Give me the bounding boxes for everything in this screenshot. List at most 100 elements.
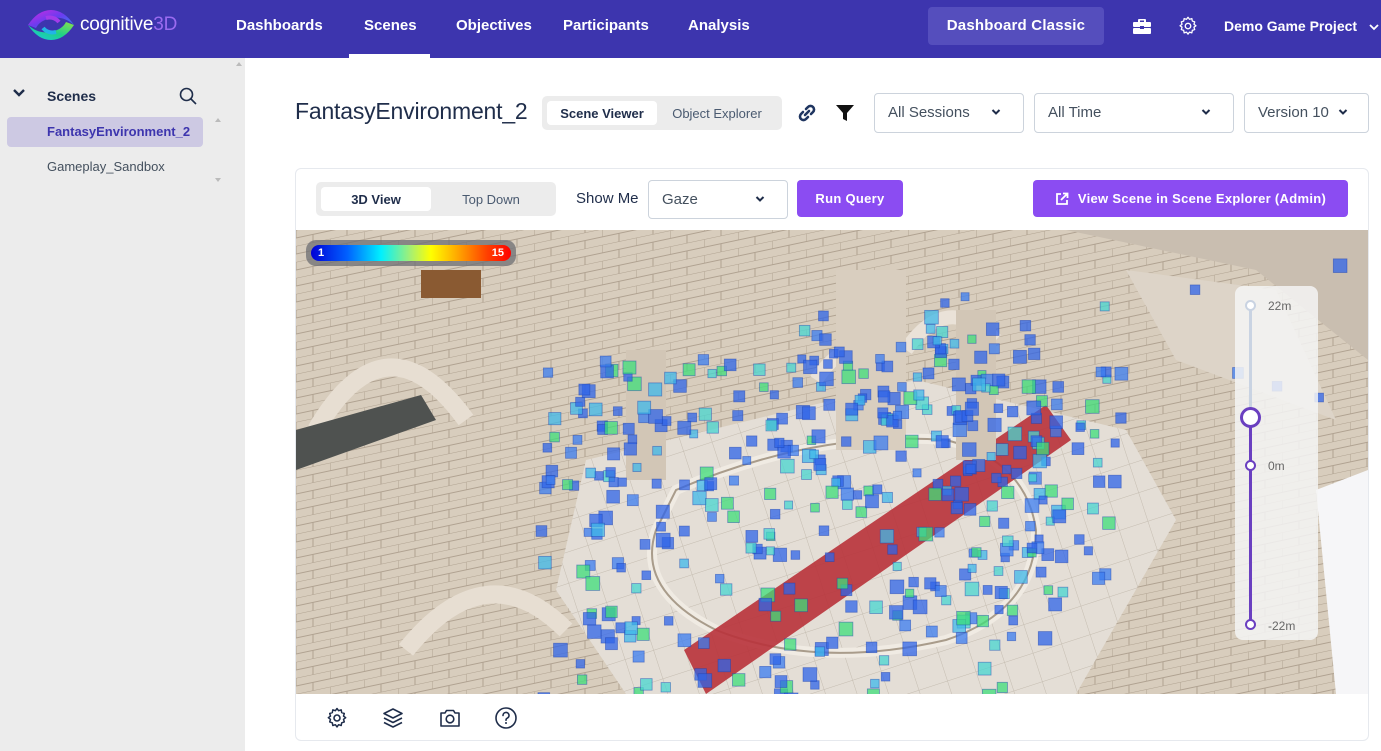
gaze-point <box>1087 502 1099 515</box>
height-slider[interactable]: 22m 0m -22m <box>1235 286 1318 640</box>
gaze-point <box>964 581 980 597</box>
gaze-point <box>960 292 970 302</box>
gaze-point <box>841 436 852 447</box>
gaze-heatmap-layer <box>535 258 1348 694</box>
gear-icon[interactable] <box>325 706 349 730</box>
gaze-point <box>575 396 586 407</box>
gaze-point <box>626 494 639 507</box>
gaze-point <box>1024 498 1040 513</box>
gear-icon[interactable] <box>1177 15 1199 37</box>
list-scroll-up-arrow[interactable] <box>215 118 221 122</box>
chevron-down-icon <box>755 196 765 202</box>
view-in-scene-explorer-button[interactable]: View Scene in Scene Explorer (Admin) <box>1033 180 1348 217</box>
gaze-point <box>763 528 775 540</box>
filter-icon[interactable] <box>834 102 856 124</box>
gaze-point <box>698 637 710 649</box>
logo[interactable]: cognitive3D <box>26 8 177 42</box>
gaze-point <box>948 358 960 370</box>
nav-analysis[interactable]: Analysis <box>688 0 750 58</box>
run-query-button[interactable]: Run Query <box>797 180 903 217</box>
gaze-point <box>616 562 626 573</box>
gaze-point <box>732 673 746 687</box>
tab-3d-view[interactable]: 3D View <box>321 187 431 211</box>
3d-scene-canvas[interactable] <box>296 230 1368 694</box>
gaze-point <box>1061 497 1074 511</box>
gaze-point <box>639 539 651 550</box>
gaze-point <box>866 688 880 694</box>
sessions-dropdown[interactable]: All Sessions <box>874 93 1024 133</box>
gaze-point <box>636 627 650 641</box>
gaze-point <box>869 600 883 614</box>
chevron-down-icon[interactable] <box>12 86 26 100</box>
tab-top-down[interactable]: Top Down <box>431 187 551 211</box>
gaze-point <box>1006 406 1019 418</box>
tab-object-explorer[interactable]: Object Explorer <box>657 101 777 125</box>
layers-icon[interactable] <box>381 706 405 730</box>
gaze-point <box>792 377 803 388</box>
gaze-point <box>801 469 812 480</box>
search-icon[interactable] <box>178 86 198 106</box>
gaze-point <box>1092 571 1106 585</box>
gaze-point <box>641 570 652 581</box>
sidebar-item-gameplay-sandbox[interactable]: Gameplay_Sandbox <box>7 152 203 182</box>
gaze-point <box>1026 542 1038 554</box>
gaze-point <box>1048 597 1063 612</box>
gaze-point <box>542 443 553 453</box>
sidebar-item-fantasyenvironment-2[interactable]: FantasyEnvironment_2 <box>7 117 203 147</box>
gaze-point <box>994 585 1008 599</box>
gaze-point <box>585 467 596 479</box>
gaze-point <box>723 358 737 372</box>
gaze-point <box>818 310 829 322</box>
slider-min-stop[interactable] <box>1245 619 1256 630</box>
show-me-label: Show Me <box>576 190 639 207</box>
toolbox-icon[interactable] <box>1131 15 1153 37</box>
version-dropdown[interactable]: Version 10 <box>1244 93 1369 133</box>
help-icon[interactable] <box>494 706 518 730</box>
gaze-point <box>585 576 601 591</box>
gaze-point <box>728 475 739 486</box>
gaze-point <box>1006 604 1019 616</box>
scrollbar-up-arrow[interactable] <box>236 62 242 66</box>
gaze-point <box>622 360 637 375</box>
gaze-point <box>538 555 552 570</box>
gaze-point <box>1013 445 1027 460</box>
gaze-point <box>962 442 977 457</box>
gaze-point <box>928 487 942 501</box>
gaze-point <box>784 692 799 694</box>
gaze-point <box>1054 549 1069 564</box>
nav-participants[interactable]: Participants <box>563 0 649 58</box>
time-dropdown[interactable]: All Time <box>1034 93 1234 133</box>
gaze-point <box>993 403 1004 413</box>
gaze-point <box>1019 320 1032 332</box>
gaze-point <box>572 435 583 445</box>
gaze-point <box>1002 535 1014 547</box>
gaze-point <box>892 410 903 420</box>
gaze-point <box>612 406 623 416</box>
tab-scene-viewer[interactable]: Scene Viewer <box>547 101 657 125</box>
gaze-point <box>632 462 642 472</box>
gaze-point <box>954 487 969 502</box>
link-icon[interactable] <box>796 102 818 124</box>
gaze-point <box>652 445 662 456</box>
show-me-dropdown[interactable]: Gaze <box>648 180 788 219</box>
list-scroll-down-arrow[interactable] <box>215 178 221 182</box>
gaze-point <box>952 422 967 437</box>
gaze-point <box>677 633 692 648</box>
project-selector[interactable]: Demo Game Project <box>1224 0 1379 52</box>
nav-objectives[interactable]: Objectives <box>456 0 532 58</box>
gaze-point <box>872 484 883 495</box>
gaze-point <box>1092 457 1103 468</box>
slider-handle[interactable] <box>1240 406 1261 428</box>
gaze-point <box>987 417 1002 432</box>
dashboard-classic-button[interactable]: Dashboard Classic <box>928 7 1104 45</box>
nav-scenes[interactable]: Scenes <box>349 0 429 58</box>
gaze-point <box>810 502 820 513</box>
gaze-point <box>1071 442 1085 455</box>
gaze-point <box>1021 379 1036 394</box>
nav-dashboards[interactable]: Dashboards <box>236 0 323 58</box>
gaze-point <box>993 566 1004 576</box>
slider-max-stop[interactable] <box>1245 300 1256 311</box>
camera-icon[interactable] <box>438 706 462 730</box>
heatmap-legend: 1 15 <box>306 240 516 266</box>
slider-mid-stop[interactable] <box>1245 460 1256 471</box>
